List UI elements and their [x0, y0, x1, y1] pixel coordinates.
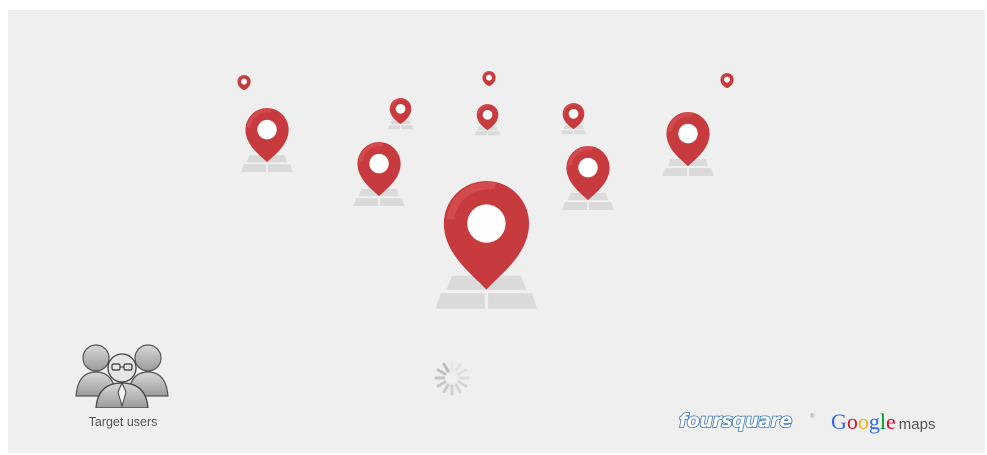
floor-tile	[562, 201, 588, 210]
map-pin	[474, 102, 501, 142]
spinner-spoke	[457, 380, 468, 388]
map-pin-icon	[388, 97, 414, 130]
floor-tile	[574, 130, 587, 135]
map-pin	[435, 179, 537, 325]
google-wordmark: Google	[831, 409, 896, 434]
floor-tile	[401, 125, 414, 130]
spinner-spoke	[442, 383, 450, 394]
google-letter: g	[868, 409, 880, 434]
google-letter: o	[846, 409, 858, 434]
foursquare-logo: foursquare	[678, 409, 793, 433]
pin-hole	[678, 123, 698, 144]
google-letter: G	[831, 409, 847, 434]
map-scene: Target users foursquare ® Google maps	[8, 10, 985, 453]
floor-tile	[561, 130, 574, 135]
google-letter: o	[857, 409, 869, 434]
spinner-spoke	[436, 368, 447, 376]
pin-hole	[396, 103, 406, 114]
floor-tile	[662, 167, 688, 176]
spinner-spoke	[442, 362, 450, 373]
floor-tile	[435, 293, 485, 309]
map-pin	[353, 140, 405, 216]
map-pin-icon	[561, 102, 587, 135]
floor-tile	[267, 163, 293, 172]
spinner-spoke	[454, 383, 462, 394]
floor-tile	[487, 293, 537, 309]
users-group-icon	[75, 344, 169, 408]
floor-tile	[388, 125, 401, 130]
maps-wordmark: maps	[898, 416, 936, 433]
pin-hole	[241, 78, 247, 85]
map-pin-icon	[720, 72, 734, 88]
pin-hole	[466, 204, 506, 244]
google-maps-logo: Google maps	[831, 409, 935, 435]
pin-hole	[486, 74, 492, 81]
pin-hole	[369, 153, 389, 174]
floor-tile	[488, 131, 501, 136]
map-pin	[718, 71, 736, 92]
pin-hole	[257, 119, 277, 140]
floor-tile	[688, 167, 714, 176]
map-pin	[235, 73, 253, 94]
map-pin-icon	[241, 107, 293, 172]
map-pin	[562, 144, 614, 220]
spinner-spoke	[457, 368, 468, 376]
loading-spinner-icon	[434, 360, 470, 396]
map-pin-icon	[237, 74, 251, 90]
target-users-label: Target users	[88, 415, 158, 429]
map-pin	[560, 101, 587, 141]
map-pin-icon	[353, 141, 405, 206]
spinner-spoke	[454, 362, 462, 373]
pin-hole	[483, 109, 493, 120]
pin-hole	[578, 157, 598, 178]
floor-tile	[475, 131, 488, 136]
map-pin-icon	[562, 145, 614, 210]
floor-tile	[353, 197, 379, 206]
map-pin	[387, 96, 414, 136]
map-pin-icon	[482, 70, 496, 86]
map-pin-icon	[475, 103, 501, 136]
floor-tile	[379, 197, 405, 206]
spinner-spoke	[436, 380, 447, 388]
pin-hole	[569, 108, 579, 119]
floor-tile	[588, 201, 614, 210]
target-users-block: Target users	[68, 336, 178, 431]
floor-tile	[241, 163, 267, 172]
google-letter: e	[886, 409, 896, 434]
map-pin-icon	[435, 181, 537, 309]
foursquare-trademark: ®	[810, 414, 815, 420]
map-pin	[662, 110, 714, 186]
map-pin	[241, 106, 293, 182]
map-pin	[480, 69, 498, 90]
map-pin-icon	[662, 111, 714, 176]
pin-hole	[724, 76, 730, 83]
